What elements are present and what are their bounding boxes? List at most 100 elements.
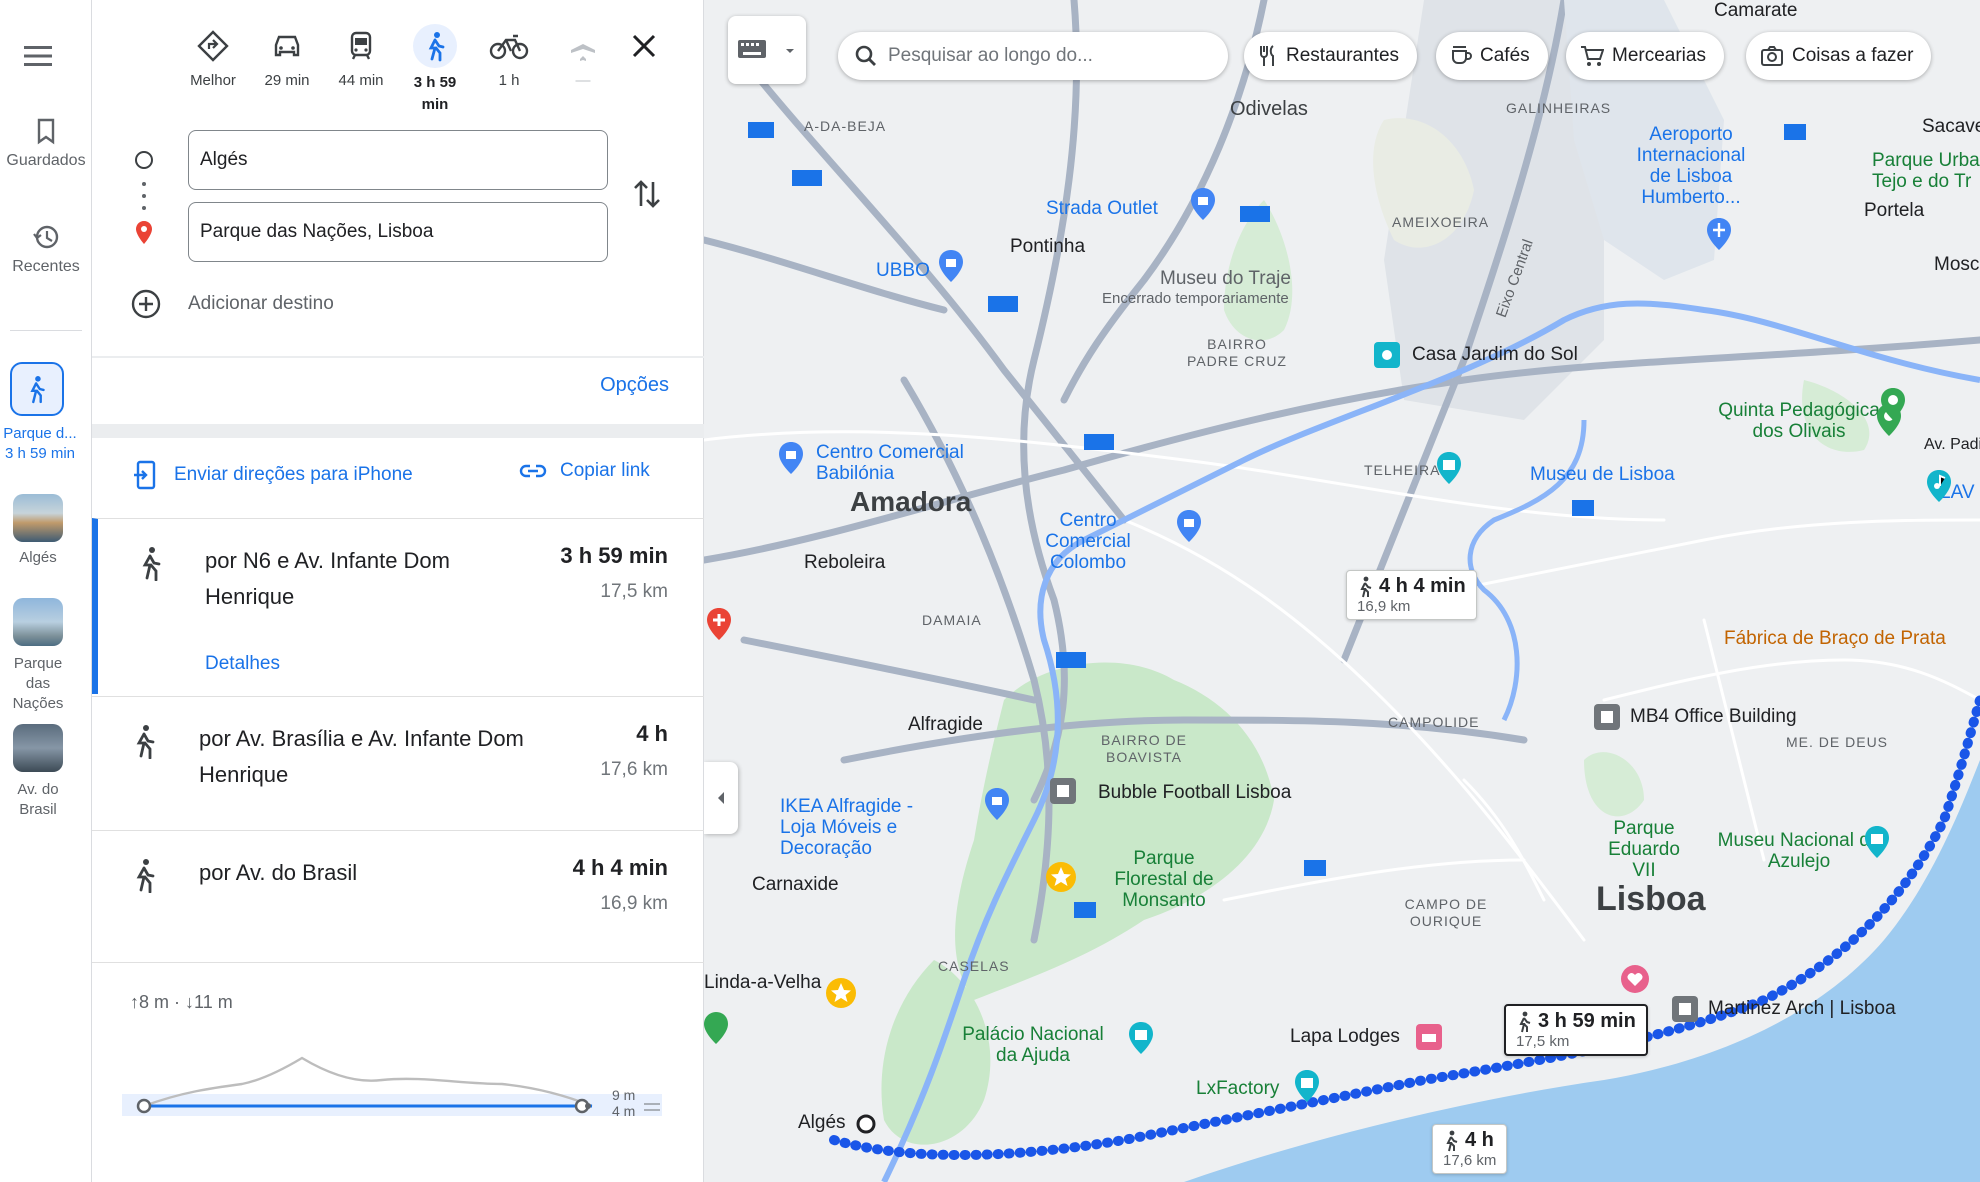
museum-pin-icon[interactable]: [1862, 824, 1892, 860]
map-label-airport[interactable]: Aeroporto Internacional de Lisboa Humber…: [1632, 124, 1750, 208]
map-label-lapa-lodges[interactable]: Lapa Lodges: [1290, 1026, 1400, 1048]
museum-pin-icon[interactable]: [1434, 450, 1464, 486]
building-pin-icon[interactable]: [1592, 702, 1622, 732]
park-pin-icon[interactable]: [704, 1010, 728, 1046]
walk-icon: [142, 547, 161, 581]
map-label-fabrica[interactable]: Fábrica de Braço de Prata: [1724, 628, 1946, 650]
map-label-parque-tejo[interactable]: Parque Urba Tejo e do Tr: [1872, 150, 1980, 192]
mode-best[interactable]: Melhor: [182, 24, 244, 89]
museum-pin-icon[interactable]: [1126, 1020, 1156, 1056]
map-label-ubbo[interactable]: UBBO: [876, 260, 930, 281]
add-destination-button[interactable]: Adicionar destino: [130, 286, 334, 322]
heart-pin-icon[interactable]: [1620, 964, 1650, 994]
place-label-parque[interactable]: Parque das Nações: [0, 654, 76, 714]
bookmark-icon: [37, 118, 55, 145]
star-pin-icon[interactable]: [824, 976, 858, 1010]
place-thumbnail-av-brasil[interactable]: [13, 724, 63, 772]
chip-restaurants[interactable]: Restaurantes: [1244, 32, 1418, 80]
building-pin-icon[interactable]: [1048, 776, 1078, 806]
map-label-mb4[interactable]: MB4 Office Building: [1630, 706, 1797, 728]
elevation-up: 8 m: [139, 992, 170, 1012]
shopping-pin-icon[interactable]: [936, 248, 966, 284]
building-pin-icon[interactable]: [1670, 994, 1700, 1024]
route-callout-selected[interactable]: 3 h 59 min 17,5 km: [1504, 1004, 1648, 1056]
route-time: 4 h: [636, 721, 668, 746]
map-label-caselas: CASELAS: [938, 958, 1010, 974]
map-label-colombo[interactable]: Centro Comercial Colombo: [1018, 510, 1158, 573]
origin-input[interactable]: Algés: [188, 130, 608, 190]
recent-button[interactable]: Recentes: [0, 222, 92, 276]
map-label-amadora: Amadora: [850, 486, 972, 517]
star-pin-icon[interactable]: [1044, 860, 1078, 894]
swap-icon[interactable]: [632, 176, 662, 212]
route-callout-alt-1[interactable]: 4 h 17,6 km: [1432, 1124, 1508, 1174]
map-canvas[interactable]: Pesquisar ao longo do... Restaurantes Ca…: [704, 0, 1980, 1182]
mode-transit[interactable]: 44 min: [330, 24, 392, 89]
museum-pin-icon[interactable]: [1292, 1068, 1322, 1104]
shopping-pin-icon[interactable]: [776, 440, 806, 476]
map-label-casa-jardim[interactable]: Casa Jardim do Sol: [1412, 344, 1578, 366]
menu-icon[interactable]: [22, 40, 54, 72]
map-label-palacio-ajuda[interactable]: Palácio Nacional da Ajuda: [958, 1024, 1108, 1066]
active-trip-label[interactable]: Parque d... 3 h 59 min: [0, 424, 80, 464]
mode-walk[interactable]: 3 h 59 min: [404, 24, 466, 116]
garden-pin-icon[interactable]: [1372, 340, 1402, 370]
active-trip-button[interactable]: [10, 362, 64, 416]
close-icon[interactable]: [628, 30, 660, 62]
map-label-bubble-football[interactable]: Bubble Football Lisboa: [1098, 782, 1291, 804]
zoo-pin-icon[interactable]: [1878, 386, 1908, 422]
airport-pin-icon[interactable]: [1704, 216, 1734, 252]
shopping-pin-icon[interactable]: [982, 786, 1012, 822]
saved-button[interactable]: Guardados: [0, 116, 92, 170]
map-label-museu-traje-status: Encerrado temporariamente: [1102, 290, 1289, 307]
input-tools-button[interactable]: [728, 16, 806, 84]
shopping-pin-icon[interactable]: [1174, 508, 1204, 544]
music-pin-icon[interactable]: [1924, 468, 1954, 504]
place-thumbnail-parque[interactable]: [13, 598, 63, 646]
mode-flight[interactable]: —: [552, 24, 614, 89]
map-label-lxfactory[interactable]: LxFactory: [1196, 1078, 1279, 1100]
map-label-babilonia[interactable]: Centro Comercial Babilónia: [816, 442, 976, 484]
map-label-parque-eduardo[interactable]: Parque Eduardo VII: [1594, 818, 1694, 881]
mode-car[interactable]: 29 min: [256, 24, 318, 89]
collapse-panel-button[interactable]: [704, 762, 738, 834]
route-option-2[interactable]: por Av. Brasília e Av. Infante Dom Henri…: [92, 696, 704, 828]
map-label-strada-outlet[interactable]: Strada Outlet: [1046, 198, 1158, 219]
map-label-ikea[interactable]: IKEA Alfragide - Loja Móveis e Decoração: [780, 796, 950, 859]
directions-icon: [197, 30, 229, 62]
hospital-pin-icon[interactable]: [704, 606, 734, 642]
mode-bike[interactable]: 1 h: [478, 24, 540, 89]
hotel-pin-icon[interactable]: [1414, 1022, 1444, 1052]
map-label-alges: Algés: [798, 1112, 846, 1133]
route-callout-alt-2[interactable]: 4 h 4 min 16,9 km: [1346, 570, 1477, 620]
send-to-phone-button[interactable]: Enviar direções para iPhone: [132, 460, 413, 490]
search-along-route-input[interactable]: Pesquisar ao longo do...: [838, 32, 1228, 80]
elevation-summary: ↑8 m · ↓11 m: [130, 992, 233, 1012]
options-button[interactable]: Opções: [600, 374, 669, 397]
restaurant-icon: [1260, 45, 1274, 66]
route-option-3[interactable]: por Av. do Brasil 4 h 4 min 16,9 km: [92, 830, 704, 962]
map-label-monsanto[interactable]: Parque Florestal de Monsanto: [1104, 848, 1224, 911]
copy-link-button[interactable]: Copiar link: [518, 460, 650, 482]
place-thumbnail-alges[interactable]: [13, 494, 63, 542]
map-label-quinta-pedagogica[interactable]: Quinta Pedagógica dos Olivais: [1704, 400, 1894, 442]
chip-cafes[interactable]: Cafés: [1436, 32, 1548, 80]
mode-best-label: Melhor: [190, 72, 236, 89]
destination-input[interactable]: Parque das Nações, Lisboa: [188, 202, 608, 262]
map-label-carnaxide: Carnaxide: [752, 874, 839, 895]
search-icon: [855, 45, 876, 66]
chip-label: Cafés: [1480, 45, 1530, 66]
map-label-museu-traje[interactable]: Museu do Traje: [1160, 268, 1291, 290]
chip-groceries[interactable]: Mercearias: [1566, 32, 1724, 80]
map-label-museu-lisboa[interactable]: Museu de Lisboa: [1530, 464, 1675, 485]
shopping-pin-icon[interactable]: [1188, 186, 1218, 222]
route-option-1[interactable]: por N6 e Av. Infante Dom Henrique 3 h 59…: [92, 518, 704, 694]
map-label-martinez-arch[interactable]: Martinez Arch | Lisboa: [1708, 998, 1896, 1020]
place-label-av-brasil[interactable]: Av. do Brasil: [0, 780, 76, 820]
divider: [92, 356, 704, 358]
details-link[interactable]: Detalhes: [205, 653, 280, 675]
chip-things-to-do[interactable]: Coisas a fazer: [1746, 32, 1932, 80]
elevation-max-label: 9 m: [612, 1087, 635, 1103]
search-placeholder: Pesquisar ao longo do...: [888, 45, 1093, 66]
place-label-alges[interactable]: Algés: [0, 548, 76, 568]
